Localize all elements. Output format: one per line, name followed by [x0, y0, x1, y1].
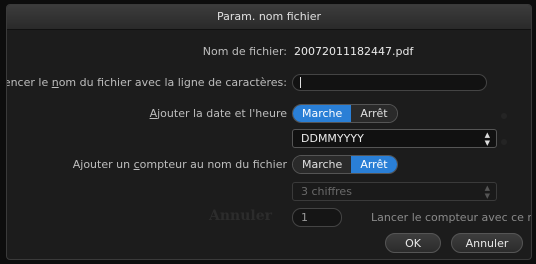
datetime-row: Ajouter la date et l'heure Marche Arrêt [7, 103, 531, 125]
filename-value: 20072011182447.pdf [294, 45, 414, 58]
filename-settings-dialog: Param. nom fichier Annuler Nom de fichie… [6, 4, 532, 260]
digits-select[interactable]: 3 chiffres ▲ ▼ [292, 182, 497, 201]
start-counter-label: Lancer le compteur avec ce numéro [371, 211, 531, 224]
datetime-off-option[interactable]: Arrêt [351, 105, 397, 122]
digits-row: 3 chiffres ▲ ▼ [7, 181, 531, 203]
date-format-row: DDMMYYYY ▲ ▼ [7, 128, 531, 150]
prefix-row: Commencer le nom du fichier avec la lign… [7, 72, 531, 94]
datetime-toggle[interactable]: Marche Arrêt [292, 104, 398, 123]
prefix-input[interactable] [292, 74, 487, 91]
date-format-select[interactable]: DDMMYYYY ▲ ▼ [292, 129, 497, 148]
filename-label: Nom de fichier: [202, 45, 287, 58]
date-format-value: DDMMYYYY [301, 132, 364, 145]
prefix-label: Commencer le nom du fichier avec la lign… [6, 76, 287, 89]
counter-on-option[interactable]: Marche [293, 156, 352, 173]
dialog-title: Param. nom fichier [7, 5, 531, 30]
digits-value: 3 chiffres [301, 185, 352, 198]
counter-off-option[interactable]: Arrêt [351, 156, 397, 173]
text-caret [300, 77, 301, 88]
updown-arrows-icon: ▲ ▼ [484, 183, 490, 200]
start-counter-row: 1 Lancer le compteur avec ce numéro [7, 207, 531, 229]
counter-row: Ajouter un compteur au nom du fichier Ma… [7, 154, 531, 176]
datetime-on-option[interactable]: Marche [293, 105, 352, 122]
filename-row: Nom de fichier: 20072011182447.pdf [7, 41, 531, 63]
ok-button[interactable]: OK [385, 233, 441, 253]
updown-arrows-icon: ▲ ▼ [484, 130, 490, 147]
counter-label: Ajouter un compteur au nom du fichier [72, 158, 287, 171]
cancel-button[interactable]: Annuler [451, 233, 523, 253]
start-counter-input[interactable]: 1 [292, 208, 342, 227]
counter-toggle[interactable]: Marche Arrêt [292, 155, 398, 174]
datetime-label: Ajouter la date et l'heure [149, 107, 287, 120]
